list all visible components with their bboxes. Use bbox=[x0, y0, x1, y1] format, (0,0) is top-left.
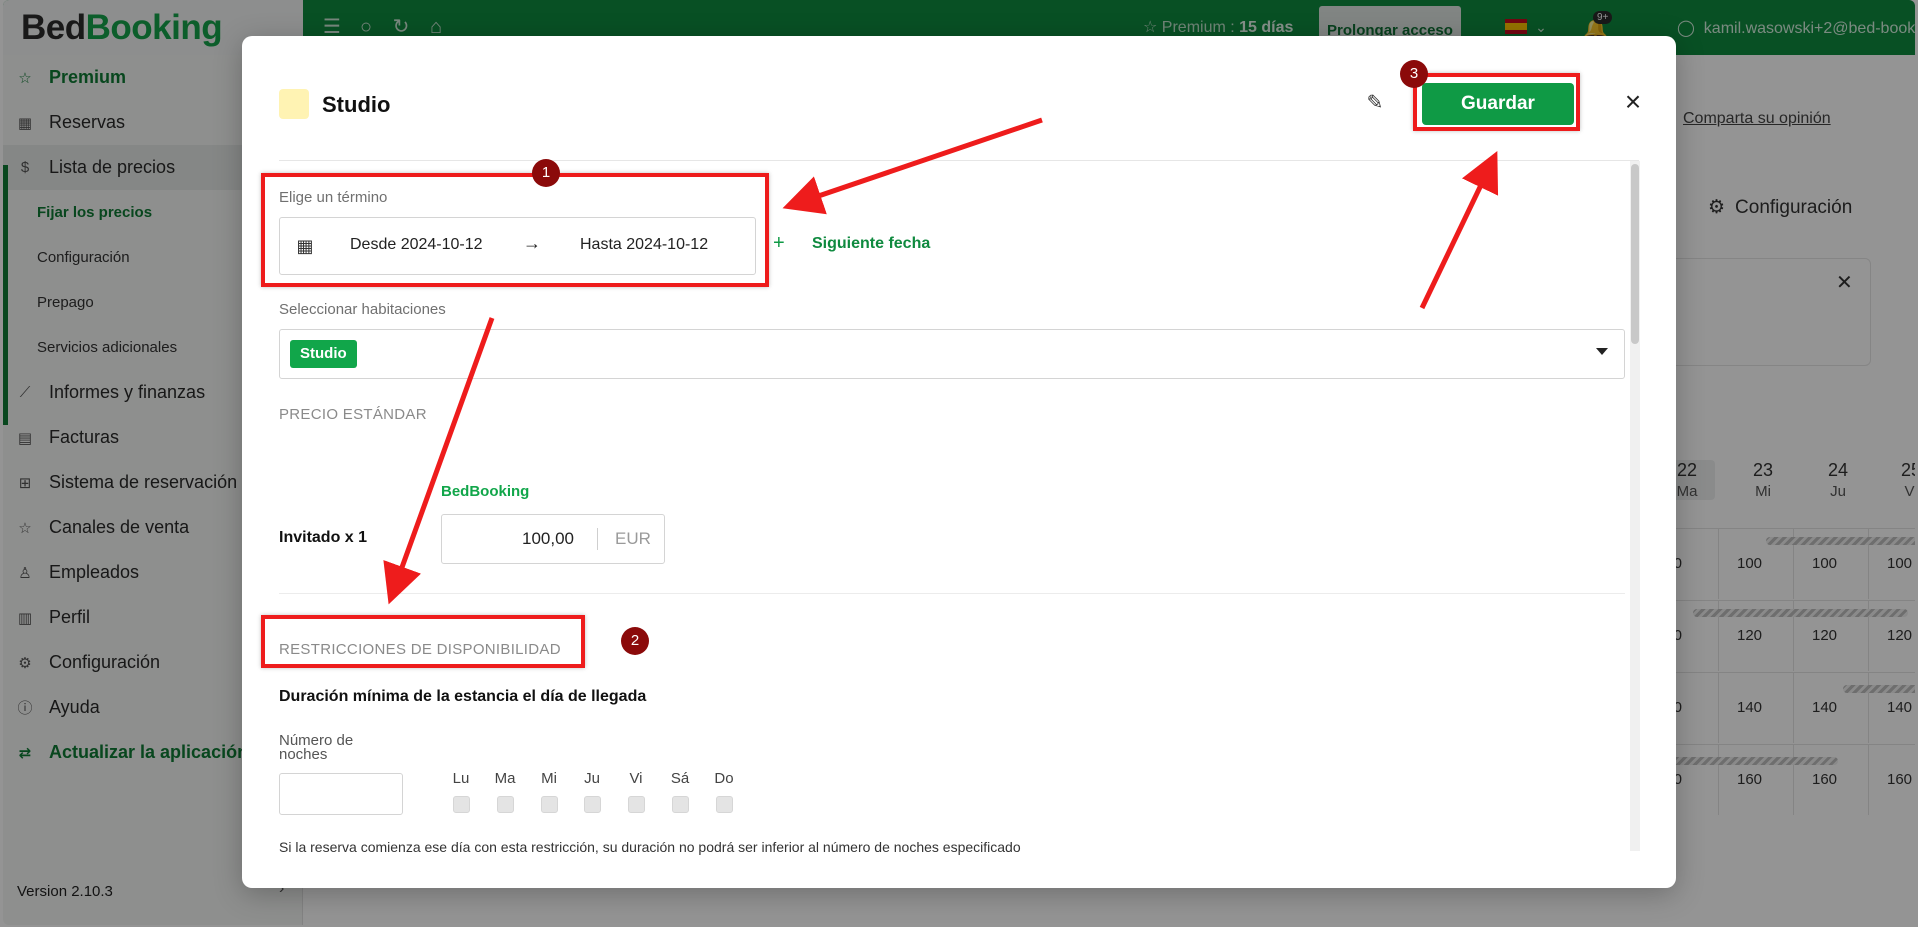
weekday-checkbox[interactable] bbox=[715, 796, 733, 813]
weekday-toggle[interactable]: Mi bbox=[534, 770, 564, 813]
modal-title: Studio bbox=[322, 92, 391, 117]
next-date-link[interactable]: Siguiente fecha bbox=[812, 235, 930, 253]
weekday-checkbox[interactable] bbox=[627, 796, 645, 813]
price-separator bbox=[597, 528, 598, 550]
room-color-swatch bbox=[279, 89, 309, 119]
plus-icon[interactable]: + bbox=[773, 232, 785, 255]
price-input[interactable]: 100,00 EUR bbox=[441, 514, 665, 564]
step-badge-1: 1 bbox=[532, 159, 560, 187]
weekday-label: Lu bbox=[452, 770, 470, 787]
price-modal: Studio ✎ Guardar × Elige un término ▦ De… bbox=[242, 36, 1676, 888]
select-rooms-label: Seleccionar habitaciones bbox=[279, 301, 446, 318]
nights-input[interactable] bbox=[279, 773, 403, 815]
highlight-availability bbox=[261, 615, 585, 668]
step-badge-3: 3 bbox=[1400, 60, 1428, 88]
weekday-toggle[interactable]: Sá bbox=[665, 770, 695, 813]
scrollbar-thumb[interactable] bbox=[1631, 164, 1639, 344]
nights-label: Número de noches bbox=[279, 732, 354, 763]
room-chip[interactable]: Studio bbox=[290, 340, 357, 368]
weekday-toggle[interactable]: Vi bbox=[621, 770, 651, 813]
weekday-label: Ju bbox=[584, 770, 600, 787]
weekday-checkbox[interactable] bbox=[540, 796, 558, 813]
weekday-checkbox[interactable] bbox=[496, 796, 514, 813]
currency-label: EUR bbox=[615, 529, 651, 548]
weekday-label: Sá bbox=[670, 770, 690, 787]
min-stay-title: Duración mínima de la estancia el día de… bbox=[279, 688, 647, 705]
weekday-checkbox[interactable] bbox=[671, 796, 689, 813]
standard-price-heading: PRECIO ESTÁNDAR bbox=[279, 406, 427, 423]
weekday-label: Vi bbox=[629, 770, 643, 787]
screen-root: BedBooking ☰ ○ ↻ ⌂ ☆ Premium : 15 días P… bbox=[0, 0, 1918, 927]
weekday-toggle[interactable]: Ju bbox=[577, 770, 607, 813]
channel-label: BedBooking bbox=[441, 483, 530, 500]
guest-label: Invitado x 1 bbox=[279, 529, 368, 546]
weekday-toggle[interactable]: Lu bbox=[446, 770, 476, 813]
room-select[interactable]: Studio bbox=[279, 329, 1625, 379]
section-divider bbox=[279, 593, 1625, 594]
weekday-label: Ma bbox=[494, 770, 516, 787]
close-icon[interactable]: × bbox=[1618, 88, 1648, 118]
weekday-toggle[interactable]: Do bbox=[709, 770, 739, 813]
step-badge-2: 2 bbox=[621, 627, 649, 655]
highlight-save bbox=[1413, 73, 1580, 131]
edit-icon[interactable]: ✎ bbox=[1362, 90, 1388, 116]
caret-down-icon[interactable] bbox=[1596, 348, 1608, 355]
weekday-checkbox[interactable] bbox=[583, 796, 601, 813]
weekday-checkbox[interactable] bbox=[452, 796, 470, 813]
weekday-toggle[interactable]: Ma bbox=[490, 770, 520, 813]
price-value[interactable]: 100,00 bbox=[522, 529, 584, 549]
highlight-date-range bbox=[261, 173, 769, 287]
weekday-label: Do bbox=[714, 770, 734, 787]
header-divider bbox=[279, 160, 1639, 161]
weekday-label: Mi bbox=[541, 770, 557, 787]
restriction-note: Si la reserva comienza ese día con esta … bbox=[279, 839, 1021, 855]
